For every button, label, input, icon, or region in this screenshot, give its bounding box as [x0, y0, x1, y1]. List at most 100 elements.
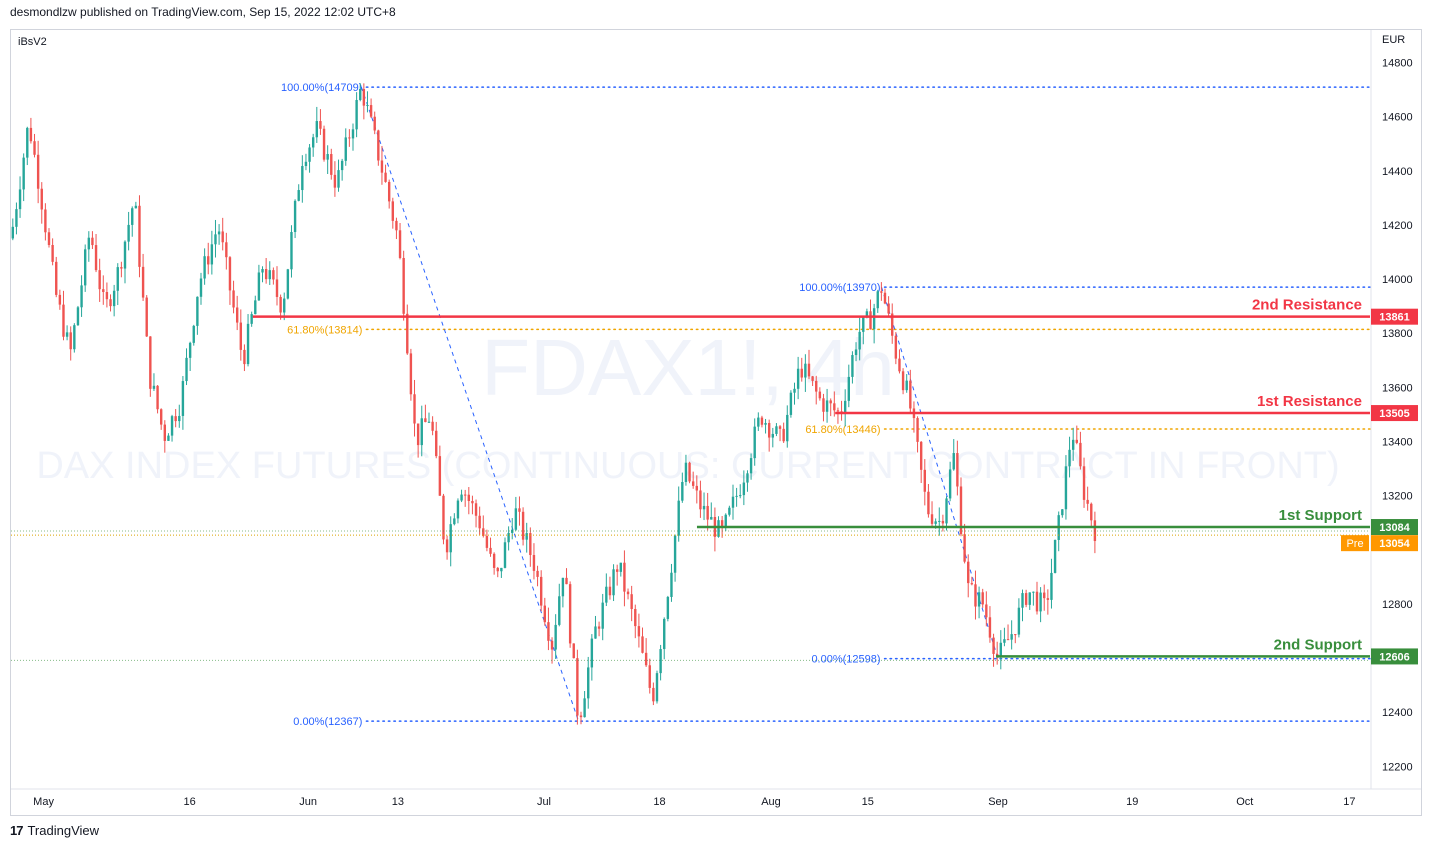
candle-body [985, 604, 988, 618]
x-tick-label: 13 [392, 796, 404, 808]
candle-body [257, 272, 261, 301]
candle-body [73, 325, 76, 350]
candle-body [311, 137, 315, 148]
candle-body [735, 495, 738, 497]
y-tick-label: 12200 [1382, 761, 1413, 773]
candle-body [597, 626, 601, 629]
candle-body [554, 624, 557, 650]
candle-body [268, 270, 271, 280]
candle-body [778, 426, 782, 429]
candle-body [315, 121, 319, 138]
candle-body [438, 456, 442, 496]
candle-body [359, 88, 362, 100]
candle-body [127, 224, 130, 242]
candle-body [279, 296, 282, 313]
candle-body [775, 426, 778, 434]
candle-body [120, 267, 123, 269]
candle-body [159, 409, 163, 425]
candle-body [532, 555, 536, 571]
candle-body [923, 469, 926, 492]
fib-label: 61.80%(13814) [287, 324, 362, 336]
candle-body [938, 520, 941, 522]
candle-body [40, 188, 43, 210]
candle-body [348, 137, 351, 139]
candle-body [876, 291, 879, 309]
candle-body [739, 495, 742, 497]
price-badge-text: 13861 [1379, 312, 1410, 324]
candle-body [829, 400, 832, 404]
candle-body [757, 417, 760, 427]
candle-body [58, 294, 62, 305]
candle-body [362, 88, 366, 106]
candle-body [275, 279, 279, 297]
candle-body [463, 494, 467, 496]
candle-body [261, 269, 264, 273]
candle-body [214, 234, 217, 245]
price-badges: 13861 13505 13084 12606 Pre 13054 [1341, 308, 1418, 665]
candle-body [492, 553, 496, 568]
candle-body [406, 313, 409, 354]
candle-body [648, 665, 651, 688]
candle-body [15, 209, 18, 227]
candle-body [152, 385, 156, 389]
candle-body [956, 453, 959, 487]
candle-body [326, 154, 329, 160]
candle-body [391, 201, 395, 221]
y-tick-label: 14600 [1382, 112, 1413, 124]
candle-body [836, 410, 840, 412]
candle-body [1068, 449, 1071, 467]
candle-body [131, 208, 134, 225]
candle-body [467, 494, 471, 502]
y-tick-label: 14400 [1382, 166, 1413, 178]
candle-body [503, 542, 507, 568]
candle-body [702, 505, 706, 510]
candle-body [576, 658, 579, 716]
candle-body [319, 121, 322, 129]
candle-body [272, 270, 275, 280]
candle-body [1028, 592, 1031, 605]
candle-body [1032, 591, 1035, 593]
candle-body [539, 576, 543, 606]
candle-body [1064, 466, 1068, 510]
candle-body [293, 200, 297, 233]
footer-brand[interactable]: 17 TradingView [10, 823, 99, 838]
pre-tag-text: Pre [1346, 538, 1363, 550]
candle-body [427, 421, 431, 423]
candle-body [1024, 593, 1028, 605]
candle-body [815, 380, 818, 392]
candle-body [507, 532, 510, 543]
y-tick-label: 13200 [1382, 491, 1413, 503]
candle-body [217, 231, 221, 235]
candle-body [424, 418, 427, 423]
candle-body [221, 231, 224, 243]
candle-body [691, 481, 695, 486]
candle-body [26, 127, 29, 158]
watermark-ticker: FDAX1!, 4h [481, 323, 895, 412]
candle-body [1061, 509, 1064, 516]
currency-label: EUR [1382, 34, 1406, 46]
candle-body [999, 642, 1002, 657]
candle-body [706, 505, 709, 520]
price-badge-text: 13084 [1379, 522, 1410, 534]
candle-body [496, 567, 499, 572]
candle-body [141, 266, 145, 298]
candle-body [796, 368, 800, 389]
candle-body [377, 130, 380, 161]
candle-body [474, 503, 478, 516]
candle-body [301, 166, 304, 191]
candle-body [561, 577, 565, 597]
candle-body [948, 469, 952, 499]
candle-body [630, 594, 633, 610]
candle-body [460, 494, 463, 501]
candle-body [612, 569, 615, 596]
candle-body [655, 673, 659, 702]
candle-body [91, 237, 94, 246]
price-chart[interactable]: FDAX1!, 4h DAX INDEX FUTURES (CONTINUOUS… [0, 0, 1433, 850]
x-axis: May 16 Jun 13 Jul 18 Aug 15 Sep 19 Oct 17 [33, 796, 1355, 808]
candle-body [887, 303, 890, 314]
candle-body [297, 190, 300, 201]
candle-body [587, 667, 590, 699]
candle-body [843, 400, 847, 413]
x-tick-label: Aug [761, 796, 781, 808]
candle-body [51, 245, 54, 262]
